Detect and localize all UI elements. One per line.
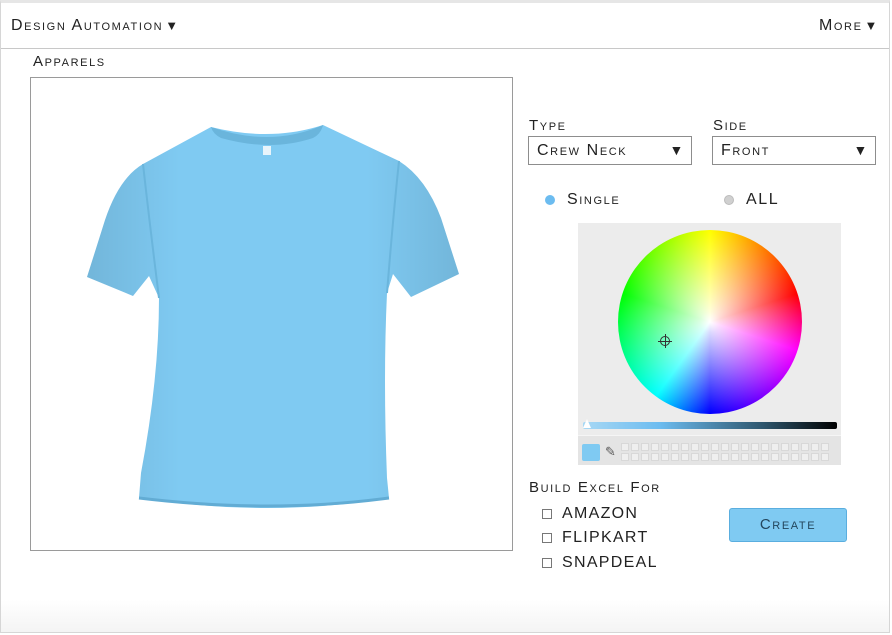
palette-swatch[interactable] <box>631 443 639 451</box>
radio-all-label: ALL <box>746 191 780 208</box>
palette-swatch[interactable] <box>741 443 749 451</box>
palette-swatch[interactable] <box>791 443 799 451</box>
checkbox-icon <box>542 509 552 519</box>
palette-swatch[interactable] <box>741 453 749 461</box>
palette-swatch[interactable] <box>731 453 739 461</box>
chevron-down-icon: ▼ <box>864 18 879 33</box>
palette-swatch[interactable] <box>681 443 689 451</box>
eyedropper-icon[interactable]: ✎ <box>605 444 616 460</box>
swatch-palette <box>621 443 833 463</box>
checkbox-flipkart[interactable]: FLIPKART <box>542 529 649 547</box>
create-button[interactable]: Create <box>729 508 847 542</box>
tshirt-image <box>87 125 459 508</box>
side-select[interactable]: Front ▼ <box>712 136 876 165</box>
more-label: More <box>818 17 863 34</box>
checkbox-flipkart-label: FLIPKART <box>562 529 649 546</box>
palette-swatch[interactable] <box>781 443 789 451</box>
palette-swatch[interactable] <box>701 443 709 451</box>
palette-swatch[interactable] <box>731 443 739 451</box>
checkbox-snapdeal-label: SNAPDEAL <box>562 554 658 571</box>
palette-swatch[interactable] <box>651 453 659 461</box>
type-select[interactable]: Crew Neck ▼ <box>528 136 692 165</box>
side-label: Side <box>713 117 748 134</box>
palette-swatch[interactable] <box>791 453 799 461</box>
top-navbar: Design Automation ▼ More ▼ <box>1 3 889 49</box>
palette-swatch[interactable] <box>811 453 819 461</box>
palette-swatch[interactable] <box>771 453 779 461</box>
radio-single-label: Single <box>567 191 621 208</box>
palette-swatch[interactable] <box>671 443 679 451</box>
chevron-down-icon: ▼ <box>853 142 869 158</box>
palette-swatch[interactable] <box>721 443 729 451</box>
palette-swatch[interactable] <box>621 443 629 451</box>
palette-swatch[interactable] <box>761 443 769 451</box>
nav-title-label: Design Automation <box>11 17 164 34</box>
palette-swatch[interactable] <box>661 443 669 451</box>
build-excel-label: Build Excel For <box>529 479 661 496</box>
type-select-value: Crew Neck <box>537 142 628 159</box>
palette-swatch[interactable] <box>691 443 699 451</box>
radio-selected-icon <box>545 195 555 205</box>
crosshair-icon[interactable] <box>658 334 672 348</box>
palette-swatch[interactable] <box>631 453 639 461</box>
palette-swatch[interactable] <box>711 453 719 461</box>
apparel-preview[interactable] <box>30 77 513 551</box>
palette-swatch[interactable] <box>781 453 789 461</box>
palette-swatch[interactable] <box>821 443 829 451</box>
slider-handle[interactable] <box>583 419 591 428</box>
palette-swatch[interactable] <box>721 453 729 461</box>
picker-toolbar: ✎ <box>578 435 841 465</box>
checkbox-icon <box>542 533 552 543</box>
current-color-swatch[interactable] <box>582 444 600 461</box>
checkbox-amazon[interactable]: AMAZON <box>542 505 638 523</box>
palette-swatch[interactable] <box>751 453 759 461</box>
palette-swatch[interactable] <box>711 443 719 451</box>
palette-swatch[interactable] <box>681 453 689 461</box>
palette-swatch[interactable] <box>651 443 659 451</box>
checkbox-amazon-label: AMAZON <box>562 505 639 522</box>
palette-swatch[interactable] <box>751 443 759 451</box>
palette-swatch[interactable] <box>771 443 779 451</box>
section-title: Apparels <box>33 53 106 70</box>
radio-all[interactable]: ALL <box>724 191 779 209</box>
more-menu[interactable]: More ▼ <box>819 17 879 35</box>
palette-swatch[interactable] <box>811 443 819 451</box>
palette-swatch[interactable] <box>761 453 769 461</box>
radio-unselected-icon <box>724 195 734 205</box>
palette-swatch[interactable] <box>671 453 679 461</box>
checkbox-icon <box>542 558 552 568</box>
palette-swatch[interactable] <box>621 453 629 461</box>
color-wheel[interactable] <box>618 230 802 414</box>
palette-swatch[interactable] <box>801 443 809 451</box>
chevron-down-icon: ▼ <box>669 142 685 158</box>
brightness-slider[interactable] <box>583 419 837 429</box>
radio-single[interactable]: Single <box>545 191 620 209</box>
page-footer-fade <box>1 600 889 632</box>
checkbox-snapdeal[interactable]: SNAPDEAL <box>542 554 658 572</box>
palette-swatch[interactable] <box>701 453 709 461</box>
color-picker: ✎ <box>578 223 841 465</box>
side-select-value: Front <box>721 142 770 159</box>
palette-swatch[interactable] <box>821 453 829 461</box>
palette-swatch[interactable] <box>661 453 669 461</box>
palette-swatch[interactable] <box>641 453 649 461</box>
chevron-down-icon: ▼ <box>165 18 180 33</box>
palette-swatch[interactable] <box>691 453 699 461</box>
type-label: Type <box>529 117 567 134</box>
palette-swatch[interactable] <box>801 453 809 461</box>
palette-swatch[interactable] <box>641 443 649 451</box>
design-automation-menu[interactable]: Design Automation ▼ <box>11 17 180 35</box>
